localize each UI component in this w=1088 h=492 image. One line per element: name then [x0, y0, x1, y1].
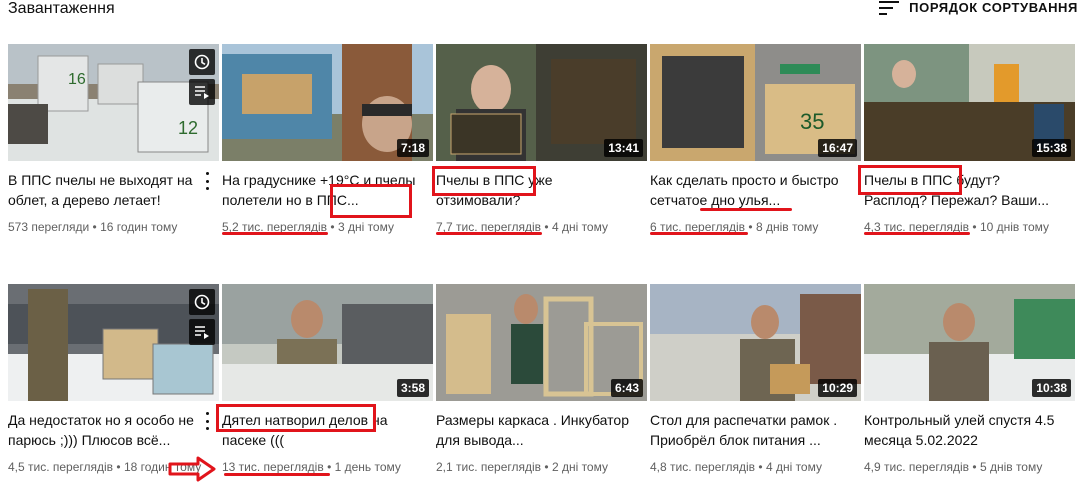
video-title[interactable]: Пчелы в ППС уже отзимовали? — [436, 170, 632, 210]
view-count: 2,1 тис. переглядів — [436, 460, 542, 474]
video-thumbnail[interactable]: 35 16:47 — [650, 44, 861, 161]
video-thumbnail[interactable]: 15:38 — [864, 44, 1075, 161]
video-card[interactable]: 35 16:47 Как сделать просто и быстро сет… — [650, 44, 861, 234]
sort-label: ПОРЯДОК СОРТУВАННЯ — [909, 0, 1078, 15]
svg-text:16: 16 — [68, 71, 86, 88]
video-card[interactable]: 7:18 На градуснике +19°С и пчелы полетел… — [222, 44, 433, 234]
video-title[interactable]: На градуснике +19°С и пчелы полетели но … — [222, 170, 418, 210]
add-to-queue-button[interactable] — [189, 319, 215, 345]
video-thumbnail[interactable]: 16 12 — [8, 44, 219, 161]
video-card[interactable]: 15:38 Пчелы в ППС будут? Расплод? Пережа… — [864, 44, 1075, 234]
upload-age: 1 день тому — [334, 460, 401, 474]
video-meta: 6 тис. переглядів • 8 днів тому — [650, 220, 819, 234]
view-count: 7,7 тис. переглядів — [436, 220, 542, 234]
video-card[interactable]: 10:38 Контрольный улей спустя 4.5 месяца… — [864, 284, 1075, 474]
video-thumbnail[interactable]: 10:38 — [864, 284, 1075, 401]
video-thumbnail[interactable]: 7:18 — [222, 44, 433, 161]
upload-age: 5 днів тому — [979, 460, 1043, 474]
upload-age: 2 дні тому — [551, 460, 608, 474]
svg-text:12: 12 — [178, 118, 198, 138]
video-title[interactable]: Размеры каркаса . Инкубатор для вывода..… — [436, 410, 632, 450]
video-title[interactable]: Пчелы в ППС будут? Расплод? Пережал? Ваш… — [864, 170, 1060, 210]
upload-age: 8 днів тому — [755, 220, 819, 234]
svg-text:35: 35 — [800, 109, 824, 134]
video-duration: 6:43 — [610, 379, 643, 397]
view-count: 6 тис. переглядів — [650, 220, 746, 234]
video-thumbnail[interactable] — [8, 284, 219, 401]
upload-age: 4 дні тому — [765, 460, 822, 474]
video-duration: 16:47 — [818, 139, 857, 157]
queue-icon — [195, 86, 209, 99]
more-actions-button[interactable] — [204, 412, 210, 430]
video-card[interactable]: 3:58 Дятел натворил делов на пасеке ((( … — [222, 284, 433, 474]
video-meta: 13 тис. переглядів • 1 день тому — [222, 460, 401, 474]
upload-age: 3 дні тому — [337, 220, 394, 234]
sort-icon — [879, 0, 900, 15]
view-count: 4,9 тис. переглядів — [864, 460, 970, 474]
video-card[interactable]: 13:41 Пчелы в ППС уже отзимовали? 7,7 ти… — [436, 44, 647, 234]
video-card[interactable]: 10:29 Стол для распечатки рамок . Приобр… — [650, 284, 861, 474]
upload-age: 10 днів тому — [979, 220, 1050, 234]
view-count: 4,8 тис. переглядів — [650, 460, 756, 474]
video-meta: 7,7 тис. переглядів • 4 дні тому — [436, 220, 608, 234]
video-title[interactable]: Дятел натворил делов на пасеке ((( — [222, 410, 418, 450]
beehive-thumbnail-icon — [8, 284, 219, 401]
video-title[interactable]: Как сделать просто и быстро сетчатое дно… — [650, 170, 846, 210]
video-thumbnail[interactable]: 3:58 — [222, 284, 433, 401]
page-header: Завантаження ПОРЯДОК СОРТУВАННЯ — [0, 0, 1088, 28]
video-duration: 10:38 — [1032, 379, 1071, 397]
view-count: 573 перегляди — [8, 220, 90, 234]
video-duration: 10:29 — [818, 379, 857, 397]
video-duration: 3:58 — [396, 379, 429, 397]
upload-age: 16 годин тому — [100, 220, 178, 234]
watch-later-button[interactable] — [189, 49, 215, 75]
video-thumbnail[interactable]: 6:43 — [436, 284, 647, 401]
video-meta: 573 перегляди • 16 годин тому — [8, 220, 178, 234]
view-count: 5,2 тис. переглядів — [222, 220, 328, 234]
video-meta: 4,9 тис. переглядів • 5 днів тому — [864, 460, 1043, 474]
video-title[interactable]: Стол для распечатки рамок . Приобрёл бло… — [650, 410, 846, 450]
view-count: 4,5 тис. переглядів — [8, 460, 114, 474]
beehive-thumbnail-icon: 16 12 — [8, 44, 219, 161]
video-meta: 5,2 тис. переглядів • 3 дні тому — [222, 220, 394, 234]
video-thumbnail[interactable]: 10:29 — [650, 284, 861, 401]
video-duration: 15:38 — [1032, 139, 1071, 157]
video-card[interactable]: Да недостаток но я особо не парюсь ;))) … — [8, 284, 219, 474]
page-title: Завантаження — [8, 0, 115, 17]
video-duration: 7:18 — [396, 139, 429, 157]
video-meta: 4,3 тис. переглядів • 10 днів тому — [864, 220, 1050, 234]
more-actions-button[interactable] — [204, 172, 210, 190]
annotation-arrow-icon — [168, 456, 216, 482]
video-meta: 2,1 тис. переглядів • 2 дні тому — [436, 460, 608, 474]
view-count: 13 тис. переглядів — [222, 460, 324, 474]
video-title[interactable]: Контрольный улей спустя 4.5 месяца 5.02.… — [864, 410, 1060, 450]
clock-icon — [194, 294, 210, 310]
video-card[interactable]: 6:43 Размеры каркаса . Инкубатор для выв… — [436, 284, 647, 474]
video-meta: 4,8 тис. переглядів • 4 дні тому — [650, 460, 822, 474]
video-title[interactable]: В ППС пчелы не выходят на облет, а дерев… — [8, 170, 204, 210]
video-duration: 13:41 — [604, 139, 643, 157]
queue-icon — [195, 326, 209, 339]
clock-icon — [194, 54, 210, 70]
video-card[interactable]: 16 12 В ППС пчелы не выходят на облет, а… — [8, 44, 219, 234]
watch-later-button[interactable] — [189, 289, 215, 315]
video-thumbnail[interactable]: 13:41 — [436, 44, 647, 161]
sort-button[interactable]: ПОРЯДОК СОРТУВАННЯ — [879, 0, 1078, 15]
view-count: 4,3 тис. переглядів — [864, 220, 970, 234]
upload-age: 4 дні тому — [551, 220, 608, 234]
add-to-queue-button[interactable] — [189, 79, 215, 105]
video-title[interactable]: Да недостаток но я особо не парюсь ;))) … — [8, 410, 204, 450]
